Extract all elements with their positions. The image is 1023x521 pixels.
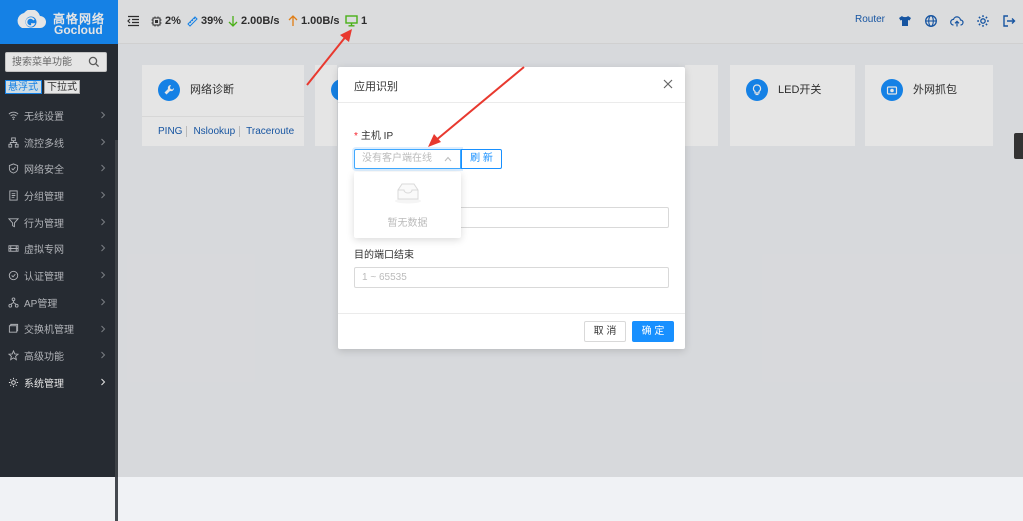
select-placeholder: 没有客户端在线 bbox=[362, 153, 432, 164]
chevron-up-icon bbox=[444, 156, 452, 162]
dialog-footer-divider bbox=[338, 313, 685, 314]
close-icon[interactable] bbox=[663, 79, 673, 89]
dialog-header-divider bbox=[338, 102, 685, 103]
cancel-button[interactable]: 取 消 bbox=[584, 321, 626, 342]
dialog-title: 应用识别 bbox=[354, 81, 398, 93]
port-end-input[interactable]: 1 ~ 65535 bbox=[354, 267, 669, 288]
port-end-label: 目的端口结束 bbox=[354, 250, 414, 261]
refresh-button[interactable]: 刷 新 bbox=[461, 149, 502, 169]
empty-text: 暂无数据 bbox=[387, 218, 428, 229]
host-ip-select[interactable]: 没有客户端在线 bbox=[354, 149, 461, 169]
required-mark: * bbox=[354, 131, 358, 142]
ok-button[interactable]: 确 定 bbox=[632, 321, 674, 342]
empty-box-icon bbox=[395, 183, 421, 204]
host-ip-label: * 主机 IP bbox=[354, 131, 394, 142]
host-ip-dropdown: 暂无数据 bbox=[354, 172, 461, 238]
side-drawer-handle[interactable] bbox=[1014, 133, 1023, 159]
